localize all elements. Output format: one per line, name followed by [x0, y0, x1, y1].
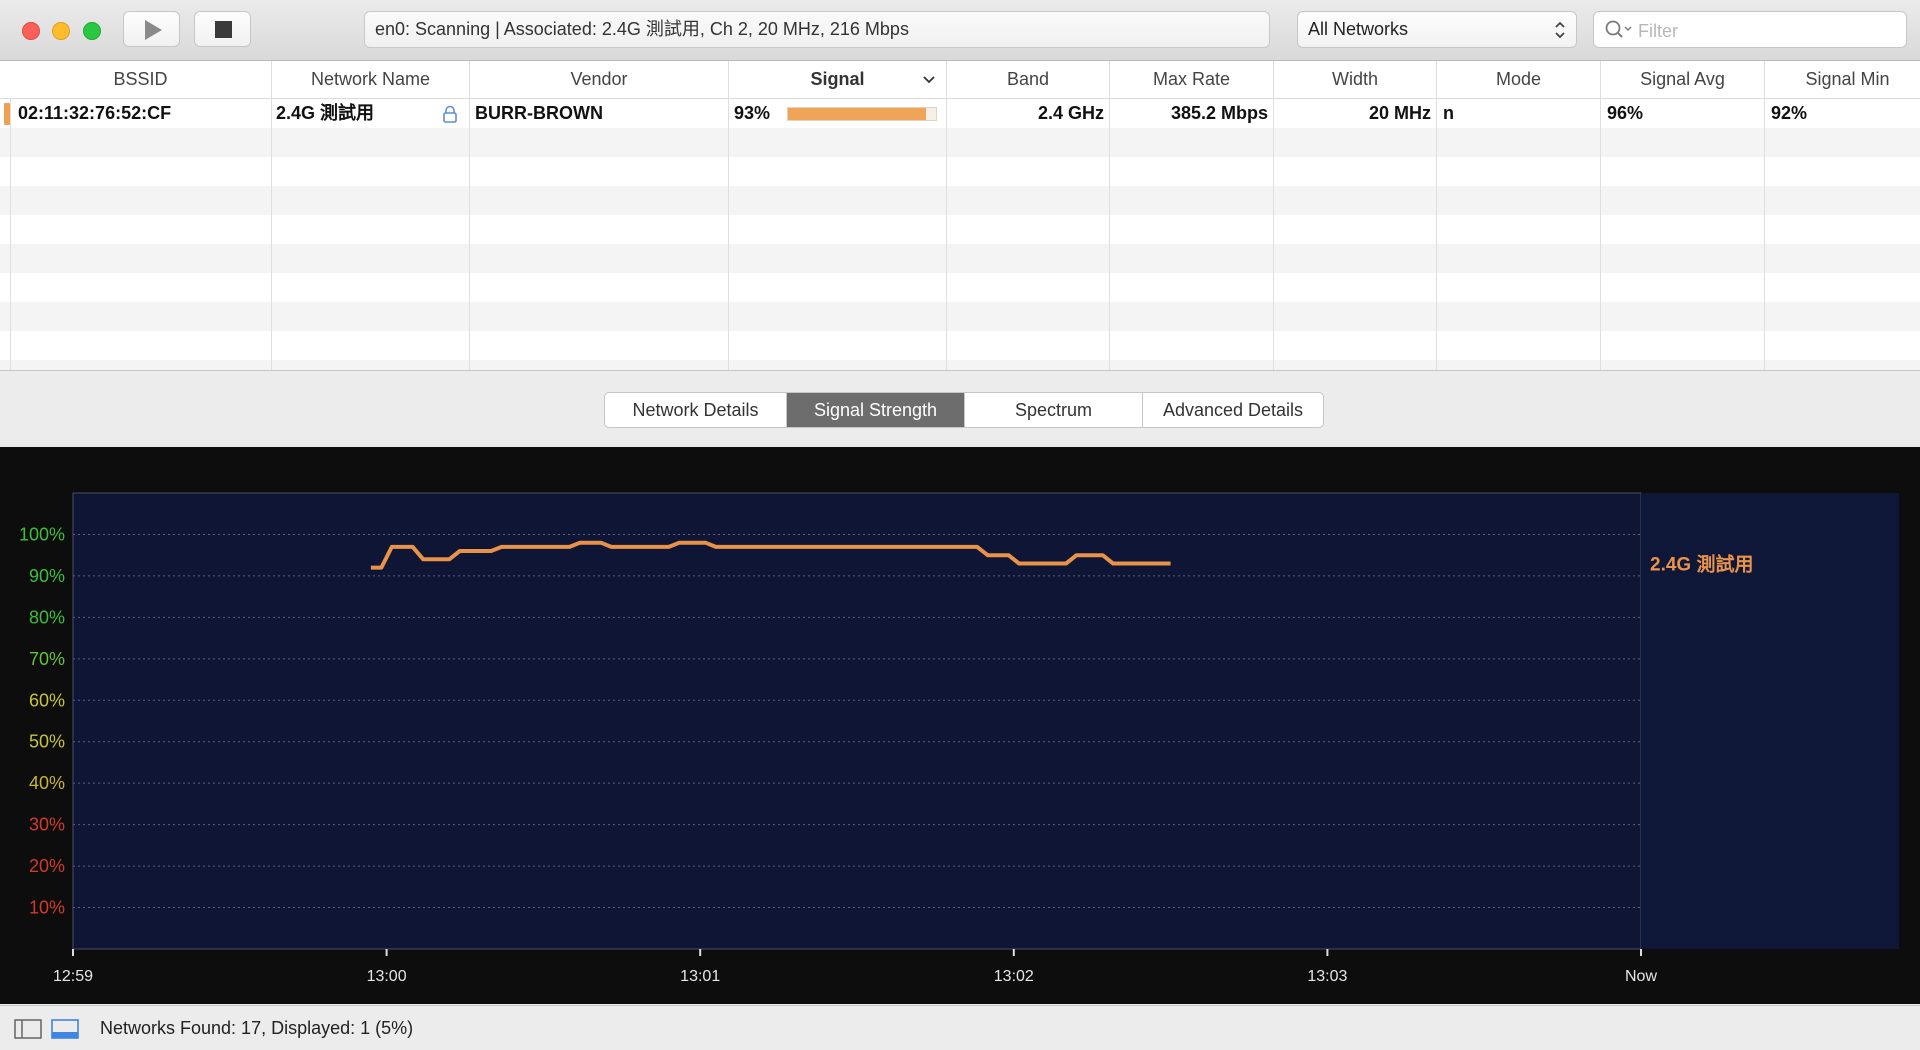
networks-table: BSSID Network Name Vendor Signal Band Ma… — [0, 61, 1920, 371]
tab-advanced-details[interactable]: Advanced Details — [1143, 393, 1323, 427]
vendor-cell: BURR-BROWN — [475, 103, 603, 123]
x-tick-label: Now — [1625, 968, 1657, 985]
network-filter-value: All Networks — [1308, 19, 1409, 39]
max-rate-cell: 385.2 Mbps — [1170, 103, 1268, 123]
plot-area — [72, 492, 1642, 950]
empty-row — [0, 302, 1920, 331]
y-tick-label: 20% — [29, 856, 65, 876]
column-header-width[interactable]: Width — [1274, 61, 1437, 98]
column-divider — [1764, 98, 1765, 370]
status-bar: Networks Found: 17, Displayed: 1 (5%) — [0, 1005, 1920, 1050]
series-label: 2.4G 測試用 — [1650, 552, 1753, 575]
band-cell: 2.4 GHz — [1037, 103, 1104, 123]
tab-spectrum[interactable]: Spectrum — [965, 393, 1143, 427]
column-divider — [1273, 98, 1274, 370]
mode-cell: n — [1443, 103, 1454, 123]
signal-bar — [787, 107, 937, 121]
network-filter-select[interactable]: All Networks — [1297, 11, 1577, 48]
column-divider — [469, 98, 470, 370]
tab-signal-strength[interactable]: Signal Strength — [787, 393, 965, 427]
lock-icon — [442, 105, 458, 128]
minimize-window-button[interactable] — [52, 22, 70, 40]
column-header-signal[interactable]: Signal — [729, 61, 947, 98]
table-header: BSSID Network Name Vendor Signal Band Ma… — [0, 61, 1920, 99]
table-row[interactable]: 02:11:32:76:52:CF 2.4G 測試用 BURR-BROWN 93… — [0, 99, 1920, 128]
empty-row — [0, 244, 1920, 273]
column-divider — [728, 98, 729, 370]
column-header-signal-min[interactable]: Signal Min — [1765, 61, 1920, 98]
bottom-panel-toggle-icon[interactable] — [51, 1019, 79, 1044]
detail-tabs: Network Details Signal Strength Spectrum… — [604, 392, 1324, 428]
start-scan-button[interactable] — [123, 11, 180, 47]
tab-network-details[interactable]: Network Details — [605, 393, 787, 427]
column-divider — [271, 98, 272, 370]
column-header-band[interactable]: Band — [947, 61, 1110, 98]
x-tick-label: 12:59 — [53, 968, 93, 985]
signal-bar-fill — [788, 108, 926, 120]
x-tick-label: 13:01 — [680, 968, 720, 985]
column-header-signal-label: Signal — [810, 69, 865, 89]
networks-found-status: Networks Found: 17, Displayed: 1 (5%) — [100, 1018, 414, 1038]
y-tick-label: 90% — [29, 566, 65, 586]
stop-scan-button[interactable] — [194, 11, 251, 47]
y-tick-label: 70% — [29, 649, 65, 669]
column-header-bssid[interactable]: BSSID — [10, 61, 272, 98]
stop-icon — [215, 21, 232, 38]
column-divider — [10, 98, 11, 370]
x-tick-label: 13:03 — [1307, 968, 1347, 985]
column-header-signal-avg[interactable]: Signal Avg — [1601, 61, 1765, 98]
signal-chart-svg: 100% 90% 80% 70% 60% 50% 40% 30% 20% 10% 12:59 13:0… — [19, 492, 1899, 985]
up-down-chevron-icon — [1553, 12, 1567, 45]
y-tick-label: 100% — [19, 524, 65, 544]
signal-strength-chart: 100% 90% 80% 70% 60% 50% 40% 30% 20% 10% 12:59 13:0… — [0, 447, 1920, 1004]
sidebar-toggle-icon[interactable] — [14, 1019, 42, 1044]
signal-avg-cell: 96% — [1607, 103, 1644, 123]
empty-row — [0, 273, 1920, 302]
empty-row — [0, 360, 1920, 370]
signal-min-cell: 92% — [1771, 103, 1808, 123]
zoom-window-button[interactable] — [83, 22, 101, 40]
empty-row — [0, 128, 1920, 157]
filter-search-field[interactable] — [1593, 11, 1907, 48]
y-tick-label: 30% — [29, 815, 65, 835]
signal-cell: 93% — [734, 103, 771, 123]
network-name-cell: 2.4G 測試用 — [276, 103, 375, 123]
empty-row — [0, 186, 1920, 215]
width-cell: 20 MHz — [1368, 103, 1431, 123]
y-tick-label: 10% — [29, 898, 65, 918]
column-header-vendor[interactable]: Vendor — [470, 61, 729, 98]
empty-row — [0, 157, 1920, 186]
play-icon — [145, 20, 162, 40]
x-tick-label: 13:02 — [994, 968, 1034, 985]
filter-input[interactable] — [1636, 17, 1890, 45]
y-tick-label: 50% — [29, 732, 65, 752]
column-divider — [1600, 98, 1601, 370]
bssid-cell: 02:11:32:76:52:CF — [18, 103, 172, 123]
empty-row — [0, 331, 1920, 360]
y-tick-label: 60% — [29, 690, 65, 710]
column-divider — [1109, 98, 1110, 370]
column-header-mode[interactable]: Mode — [1437, 61, 1601, 98]
y-tick-label: 80% — [29, 607, 65, 627]
x-tick-label: 13:00 — [367, 968, 407, 985]
column-header-max-rate[interactable]: Max Rate — [1110, 61, 1274, 98]
toolbar: en0: Scanning | Associated: 2.4G 測試用, Ch… — [0, 0, 1920, 61]
scan-status-field: en0: Scanning | Associated: 2.4G 測試用, Ch… — [364, 11, 1270, 48]
column-header-network-name[interactable]: Network Name — [272, 61, 470, 98]
column-divider — [946, 98, 947, 370]
column-divider — [1436, 98, 1437, 370]
y-tick-label: 40% — [29, 773, 65, 793]
empty-row — [0, 215, 1920, 244]
close-window-button[interactable] — [22, 22, 40, 40]
search-icon — [1604, 19, 1634, 46]
